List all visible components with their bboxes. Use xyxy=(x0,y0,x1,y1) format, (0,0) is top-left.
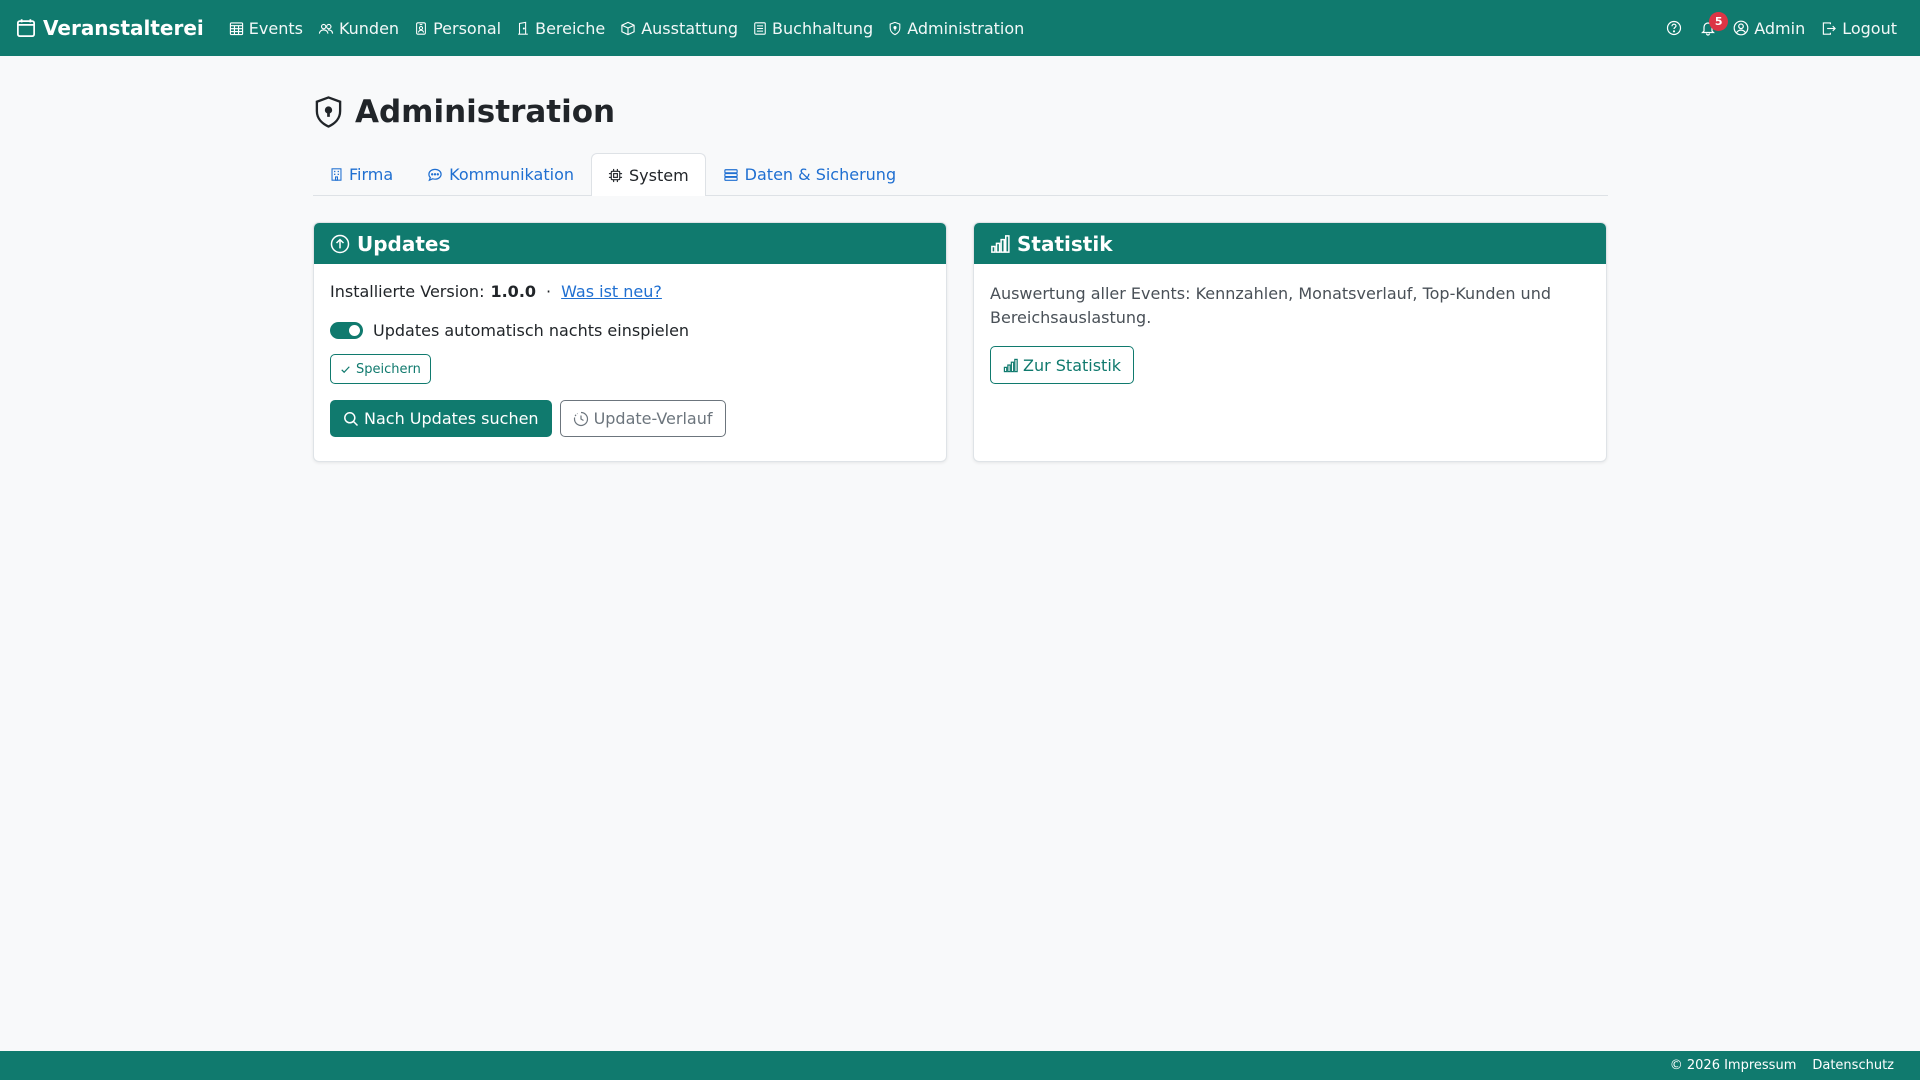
clock-history-icon xyxy=(573,411,589,427)
logout-label: Logout xyxy=(1842,18,1897,38)
question-circle-icon xyxy=(1666,20,1682,36)
calendar-icon xyxy=(16,18,36,38)
nav-item-ausstattung[interactable]: Ausstattung xyxy=(613,11,745,46)
updates-card: Updates Installierte Version: 1.0.0 · Wa… xyxy=(313,222,947,462)
nav-item-kunden[interactable]: Kunden xyxy=(311,11,406,46)
brand-link[interactable]: Veranstalterei xyxy=(16,16,204,40)
whats-new-link[interactable]: Was ist neu? xyxy=(561,282,662,301)
datenschutz-link[interactable]: Datenschutz xyxy=(1812,1058,1894,1073)
auto-update-row: Updates automatisch nachts einspielen xyxy=(330,321,930,340)
nav-label: Ausstattung xyxy=(641,18,739,38)
box-icon xyxy=(620,21,636,36)
check-updates-label: Nach Updates suchen xyxy=(364,409,539,428)
main-content: Administration Firma Kommunikation Syste… xyxy=(313,56,1608,462)
statistics-card-body: Auswertung aller Events: Kennzahlen, Mon… xyxy=(974,264,1606,402)
save-button[interactable]: Speichern xyxy=(330,354,431,384)
nav-label: Buchhaltung xyxy=(772,18,874,38)
tab-label: Kommunikation xyxy=(449,165,574,184)
bar-chart-icon xyxy=(990,234,1010,254)
separator: · xyxy=(546,282,552,301)
update-actions: Nach Updates suchen Update-Verlauf xyxy=(330,400,930,437)
impressum-link[interactable]: © 2026 Impressum xyxy=(1670,1058,1797,1073)
updates-card-body: Installierte Version: 1.0.0 · Was ist ne… xyxy=(314,264,946,455)
person-badge-icon xyxy=(414,21,428,36)
tab-daten-sicherung[interactable]: Daten & Sicherung xyxy=(706,153,913,195)
top-navbar: Veranstalterei Events Kunden Personal Be… xyxy=(0,0,1920,56)
save-button-label: Speichern xyxy=(356,361,421,377)
building-icon xyxy=(330,167,343,182)
update-history-button[interactable]: Update-Verlauf xyxy=(559,400,726,437)
footer: © 2026 Impressum Datenschutz xyxy=(0,1051,1920,1080)
notifications-button[interactable]: 5 xyxy=(1692,12,1729,44)
go-to-statistics-label: Zur Statistik xyxy=(1023,355,1122,375)
nav-item-bereiche[interactable]: Bereiche xyxy=(509,11,612,46)
auto-update-label: Updates automatisch nachts einspielen xyxy=(373,321,690,340)
user-menu[interactable]: Admin xyxy=(1726,11,1812,46)
calendar-grid-icon xyxy=(229,21,244,36)
version-line: Installierte Version: 1.0.0 · Was ist ne… xyxy=(330,282,930,301)
updates-card-title: Updates xyxy=(357,231,451,256)
shield-icon xyxy=(888,21,902,36)
bar-chart-icon xyxy=(1003,358,1018,373)
database-icon xyxy=(723,168,739,182)
tab-system[interactable]: System xyxy=(591,153,706,196)
nav-item-administration[interactable]: Administration xyxy=(881,11,1031,46)
arrow-up-circle-icon xyxy=(330,234,350,254)
search-icon xyxy=(343,411,359,427)
logout-icon xyxy=(1821,21,1837,36)
version-value: 1.0.0 xyxy=(490,282,537,301)
nav-label: Administration xyxy=(907,18,1025,38)
admin-tabs: Firma Kommunikation System Daten & Siche… xyxy=(313,153,1608,196)
logout-link[interactable]: Logout xyxy=(1814,11,1904,46)
nav-item-events[interactable]: Events xyxy=(222,11,310,46)
go-to-statistics-button[interactable]: Zur Statistik xyxy=(990,346,1135,384)
journal-icon xyxy=(753,21,767,36)
tab-kommunikation[interactable]: Kommunikation xyxy=(410,153,591,195)
tab-label: System xyxy=(629,165,689,185)
cpu-icon xyxy=(608,168,623,183)
auto-update-toggle[interactable] xyxy=(330,322,363,339)
nav-item-buchhaltung[interactable]: Buchhaltung xyxy=(746,11,880,46)
statistics-card-header: Statistik xyxy=(974,223,1606,264)
main-nav: Events Kunden Personal Bereiche Ausstatt… xyxy=(222,11,1032,46)
chat-icon xyxy=(427,167,443,182)
door-icon xyxy=(516,21,530,36)
user-name: Admin xyxy=(1754,18,1806,38)
shield-lock-icon xyxy=(313,95,344,129)
tab-label: Firma xyxy=(349,165,394,184)
help-button[interactable] xyxy=(1658,12,1690,44)
page-title: Administration xyxy=(313,94,1608,130)
update-history-label: Update-Verlauf xyxy=(593,409,713,428)
statistics-description: Auswertung aller Events: Kennzahlen, Mon… xyxy=(990,284,1551,327)
cards-row: Updates Installierte Version: 1.0.0 · Wa… xyxy=(313,222,1608,462)
tab-label: Daten & Sicherung xyxy=(744,165,897,184)
user-circle-icon xyxy=(1733,20,1749,36)
tab-firma[interactable]: Firma xyxy=(313,153,410,195)
version-label: Installierte Version: xyxy=(330,282,485,301)
statistics-card-title: Statistik xyxy=(1017,231,1113,256)
nav-label: Events xyxy=(248,18,303,38)
page-title-text: Administration xyxy=(355,94,616,130)
nav-label: Personal xyxy=(433,18,502,38)
updates-card-header: Updates xyxy=(314,223,946,264)
check-icon xyxy=(340,364,351,375)
brand-name: Veranstalterei xyxy=(43,16,204,40)
nav-label: Bereiche xyxy=(535,18,606,38)
nav-item-personal[interactable]: Personal xyxy=(407,11,508,46)
nav-label: Kunden xyxy=(338,18,400,38)
people-icon xyxy=(318,21,334,36)
check-updates-button[interactable]: Nach Updates suchen xyxy=(330,400,552,437)
nav-right: 5 Admin Logout xyxy=(1658,11,1904,46)
statistics-card: Statistik Auswertung aller Events: Kennz… xyxy=(973,222,1607,462)
